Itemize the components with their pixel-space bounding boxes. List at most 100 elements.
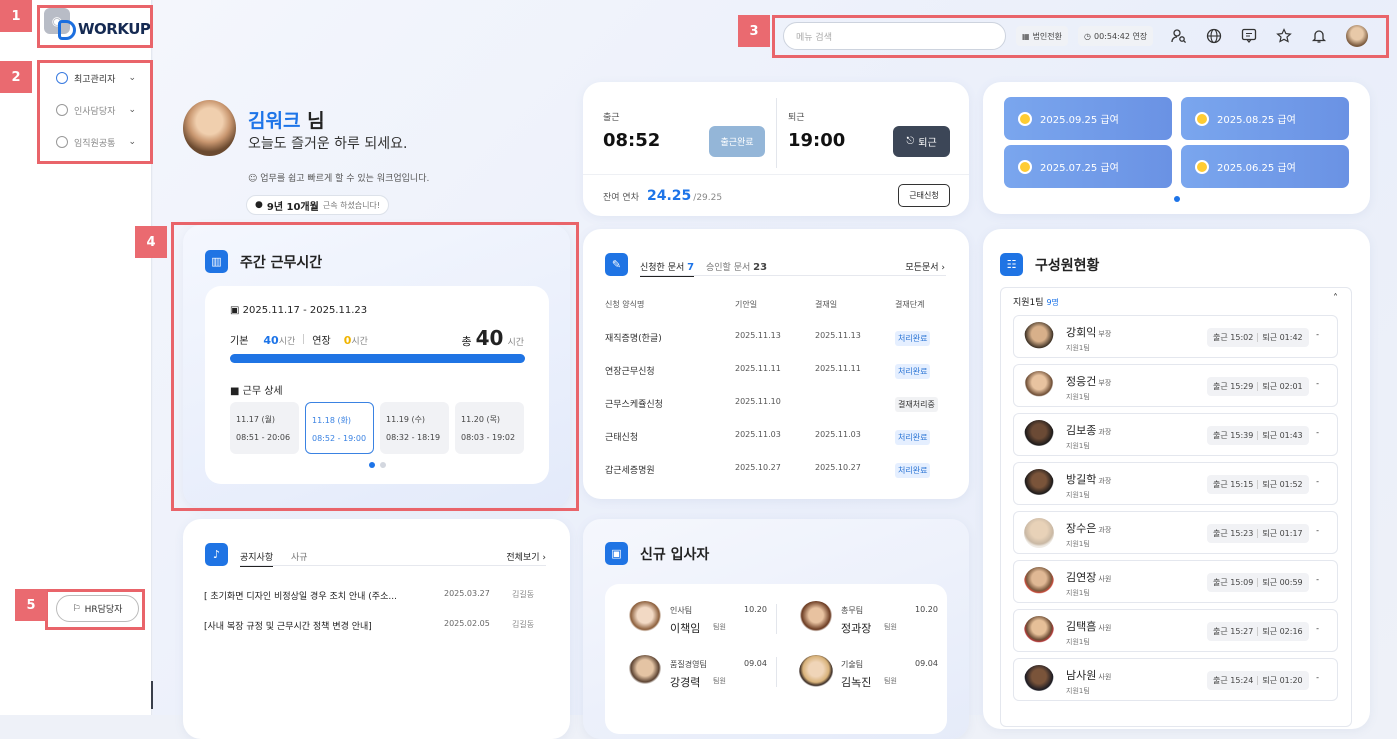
header-status: 결재단계 — [895, 300, 925, 309]
new-hire-item[interactable]: 품질경영팀 09.04 강경력 팀원 — [628, 655, 768, 691]
employee-dash: - — [1316, 379, 1319, 388]
payslip-button[interactable]: 2025.09.25 급여 — [1004, 97, 1172, 140]
clock-out: 퇴근 01:52 — [1262, 480, 1303, 489]
notice-row[interactable]: [사내 복장 규정 및 근무시간 정책 변경 안내] 2025.02.05 김길… — [204, 619, 544, 633]
all-documents-label: 모든문서 — [905, 263, 939, 273]
leave-request-button[interactable]: 근태신청 — [898, 184, 950, 207]
payslip-button[interactable]: 2025.08.25 급여 — [1181, 97, 1349, 140]
employee-time: 출근 15:15 퇴근 01:52 — [1207, 475, 1309, 494]
clock-out: 퇴근 00:59 — [1262, 578, 1303, 587]
new-hire-item[interactable]: 인사팀 10.20 이책임 팀원 — [628, 601, 768, 637]
employee-rank: 부장 — [1098, 330, 1112, 338]
clock-out-button[interactable]: ⎋ 퇴근 — [893, 126, 950, 157]
notice-author: 김길동 — [512, 590, 535, 599]
tenure-badge: ● 9년 10개월 근속 하셨습니다! — [246, 195, 390, 215]
employee-dash: - — [1316, 575, 1319, 584]
employee-team: 지원1팀 — [1066, 393, 1090, 401]
employee-rank: 사원 — [1098, 673, 1112, 681]
tab-rules[interactable]: 사규 — [291, 550, 308, 563]
employee-rank: 부장 — [1098, 379, 1112, 387]
doc-approved: 2025.11.13 — [815, 331, 861, 340]
table-row[interactable]: 재직증명(한글) 2025.11.13 2025.11.13 처리완료 — [605, 331, 945, 346]
employee-name: 방길학 과장 — [1066, 471, 1111, 487]
new-hire-date: 10.20 — [915, 605, 938, 614]
employee-row[interactable]: 김택흠 사원 지원1팀 출근 15:27 퇴근 02:16 - — [1013, 609, 1338, 652]
new-hires-card: ▣ 신규 입사자 인사팀 10.20 이책임 팀원 총무팀 10.20 정과장 … — [583, 519, 969, 739]
new-hire-item[interactable]: 총무팀 10.20 정과장 팀원 — [799, 601, 939, 637]
staff-title: 구성원현황 — [1035, 257, 1100, 274]
employee-avatar — [1024, 420, 1054, 450]
employee-team: 지원1팀 — [1066, 638, 1090, 646]
employee-name-text: 정응건 — [1066, 375, 1097, 388]
notice-title: [ 초기화면 디자인 비정상일 경우 조치 안내 (주소... — [204, 592, 397, 602]
new-hire-item[interactable]: 기술팀 09.04 김녹진 팀원 — [799, 655, 939, 691]
clock-in-done-button[interactable]: 출근완료 — [709, 126, 765, 157]
leave-value: 24.25 — [646, 188, 692, 204]
doc-draft: 2025.11.03 — [735, 430, 781, 439]
notice-date: 2025.02.05 — [444, 619, 490, 628]
view-all-link[interactable]: 전체보기 › — [506, 550, 546, 563]
status-badge: 처리완료 — [895, 430, 931, 445]
divider — [583, 174, 969, 175]
clock-out-label-btn: 퇴근 — [918, 138, 937, 149]
employee-name: 남사원 사원 — [1066, 667, 1111, 683]
divider — [776, 98, 777, 168]
annotation-box — [171, 222, 579, 511]
employee-rank: 과장 — [1098, 428, 1112, 436]
divider — [240, 565, 546, 566]
payslip-button[interactable]: 2025.06.25 급여 — [1181, 145, 1349, 188]
employee-name-text: 방길학 — [1066, 473, 1097, 486]
clock-out-time: 19:00 — [788, 130, 846, 151]
employee-row[interactable]: 남사원 사원 지원1팀 출근 15:24 퇴근 01:20 - — [1013, 658, 1338, 701]
carousel-dot[interactable] — [1174, 196, 1180, 202]
table-row[interactable]: 근무스케쥴신청 2025.11.10 결재처리중 — [605, 397, 945, 412]
employee-row[interactable]: 장수은 과장 지원1팀 출근 15:23 퇴근 01:17 - — [1013, 511, 1338, 554]
employee-row[interactable]: 정응건 부장 지원1팀 출근 15:29 퇴근 02:01 - — [1013, 364, 1338, 407]
payslip-label: 2025.07.25 급여 — [1040, 163, 1119, 174]
new-hire-rank: 팀원 — [884, 623, 897, 631]
chevron-up-icon[interactable]: ˄ — [1333, 293, 1338, 304]
new-hires-header: ▣ 신규 입사자 — [605, 542, 709, 565]
greeting: 오늘도 즐거운 하루 되세요. — [248, 136, 408, 152]
new-hire-name: 강경력 — [670, 676, 701, 689]
doc-name: 근무스케쥴신청 — [605, 400, 663, 410]
employee-team: 지원1팀 — [1066, 687, 1090, 695]
doc-name: 재직증명(한글) — [605, 334, 662, 344]
doc-name: 근태신청 — [605, 433, 639, 443]
annotation-box — [37, 60, 153, 164]
document-icon: ✎ — [605, 253, 628, 276]
payslip-button[interactable]: 2025.07.25 급여 — [1004, 145, 1172, 188]
employee-row[interactable]: 김연장 사원 지원1팀 출근 15:09 퇴근 00:59 - — [1013, 560, 1338, 603]
chevron-right-icon: › — [941, 263, 945, 273]
notice-row[interactable]: [ 초기화면 디자인 비정상일 경우 조치 안내 (주소... 2025.03.… — [204, 589, 544, 603]
doc-approved: 2025.11.03 — [815, 430, 861, 439]
employee-row[interactable]: 강회익 부장 지원1팀 출근 15:02 퇴근 01:42 - — [1013, 315, 1338, 358]
tab-approve[interactable]: 승인할 문서 23 — [706, 260, 767, 273]
new-hire-dept: 품질경영팀 — [670, 660, 707, 669]
tab-requested-count: 7 — [687, 262, 695, 273]
employee-rank: 과장 — [1098, 477, 1112, 485]
header-approved: 결재일 — [815, 300, 838, 309]
clock-in-label: 출근 — [603, 113, 620, 123]
clock-out: 퇴근 02:16 — [1262, 627, 1303, 636]
new-hire-avatar — [799, 601, 833, 635]
employee-name: 김보종 과장 — [1066, 422, 1111, 438]
employee-dash: - — [1316, 624, 1319, 633]
attendance-card: 출근 08:52 출근완료 퇴근 19:00 ⎋ 퇴근 잔여 연차 24.25 /… — [583, 82, 969, 216]
annotation-box — [37, 5, 153, 48]
team-header[interactable]: 지원1팀 9명 — [1013, 295, 1059, 308]
table-row[interactable]: 연장근무신청 2025.11.11 2025.11.11 처리완료 — [605, 364, 945, 379]
employee-team: 지원1팀 — [1066, 589, 1090, 597]
status-badge: 처리완료 — [895, 463, 931, 478]
notice-date: 2025.03.27 — [444, 589, 490, 598]
bell-icon: ♪ — [205, 543, 228, 566]
all-documents-link[interactable]: 모든문서 › — [905, 260, 945, 273]
employee-row[interactable]: 방길학 과장 지원1팀 출근 15:15 퇴근 01:52 - — [1013, 462, 1338, 505]
employee-avatar — [1024, 567, 1054, 597]
table-row[interactable]: 근태신청 2025.11.03 2025.11.03 처리완료 — [605, 430, 945, 445]
leave-label: 잔여 연차 — [603, 193, 639, 203]
employee-row[interactable]: 김보종 과장 지원1팀 출근 15:39 퇴근 01:43 - — [1013, 413, 1338, 456]
staff-card: ☷ 구성원현황 지원1팀 9명 ˄ 강회익 부장 지원1팀 출근 15:02 퇴근 … — [983, 229, 1370, 729]
table-row[interactable]: 갑근세증명원 2025.10.27 2025.10.27 처리완료 — [605, 463, 945, 478]
notice-title: [사내 복장 규정 및 근무시간 정책 변경 안내] — [204, 622, 372, 632]
